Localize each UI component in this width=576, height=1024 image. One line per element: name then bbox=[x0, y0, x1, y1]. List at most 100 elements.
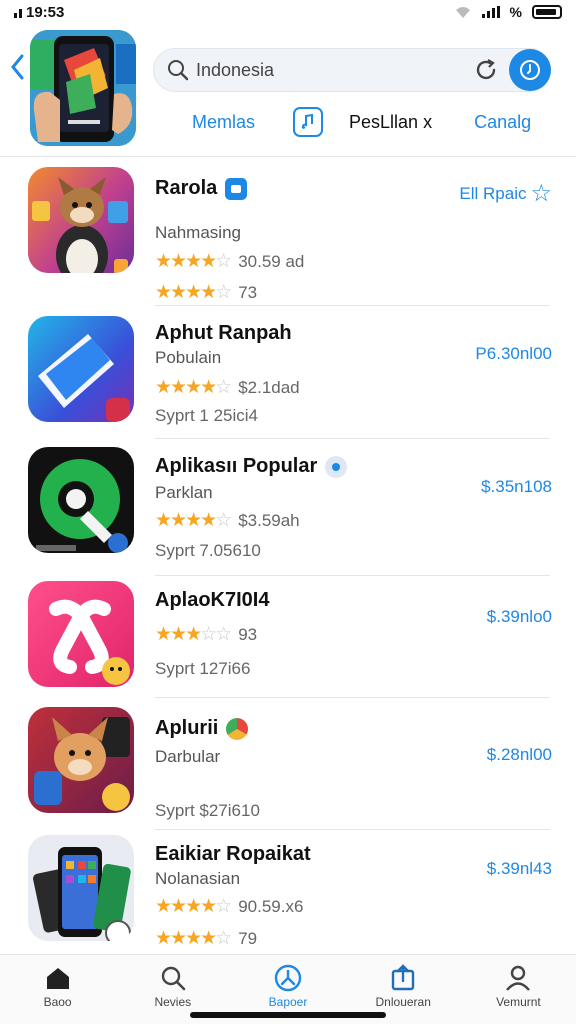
app-icon[interactable] bbox=[28, 581, 134, 687]
app-price[interactable]: $.35n108 bbox=[481, 477, 552, 497]
app-icon[interactable] bbox=[28, 707, 134, 813]
app-subtitle: Pobulain bbox=[155, 348, 222, 367]
status-bar: 19:53 % bbox=[0, 0, 576, 24]
rating-text: 30.59 ad bbox=[238, 251, 305, 271]
home-indicator bbox=[190, 1012, 386, 1018]
home-icon bbox=[46, 968, 69, 989]
search-bar[interactable]: Indonesia bbox=[153, 48, 551, 92]
row-divider bbox=[155, 575, 550, 576]
app-subtitle: Nolanasian bbox=[155, 869, 241, 888]
card-app-icon bbox=[28, 316, 134, 422]
app-icon[interactable] bbox=[28, 447, 134, 553]
cellular-signal-icon bbox=[14, 6, 22, 18]
back-button[interactable] bbox=[8, 52, 28, 82]
app-icon[interactable] bbox=[28, 835, 134, 941]
apps-icon bbox=[274, 964, 302, 992]
app-title: AplaoK7I0I4 bbox=[155, 589, 270, 611]
status-time: 19:53 bbox=[26, 3, 65, 21]
green-q-app-icon bbox=[28, 447, 134, 553]
tab-label: Vemurnt bbox=[496, 995, 541, 1009]
wifi-icon bbox=[455, 7, 470, 18]
app-subtitle: Parklan bbox=[155, 483, 213, 502]
tab-label: Bapoer bbox=[268, 995, 308, 1009]
phones-app-icon bbox=[28, 835, 134, 941]
rating-text: 90.59.x6 bbox=[238, 896, 304, 916]
app-meta: 73 bbox=[238, 282, 258, 302]
star-rating: ★★★★☆ bbox=[155, 896, 232, 917]
account-icon bbox=[506, 965, 531, 991]
star-rating-secondary: ★★★★☆ bbox=[155, 928, 232, 949]
refresh-icon[interactable] bbox=[473, 57, 499, 83]
tab-label: Dnloueran bbox=[375, 995, 431, 1009]
voice-search-button[interactable] bbox=[509, 49, 551, 91]
filter-tab-1[interactable]: Memlas bbox=[192, 112, 255, 133]
app-title-row: Aphut Ranpah bbox=[155, 322, 292, 345]
app-meta: Syprt 7.05610 bbox=[155, 541, 261, 560]
app-title-row: Rarola bbox=[155, 177, 248, 200]
chevron-left-icon bbox=[11, 54, 24, 80]
cartoon-animal-icon bbox=[28, 167, 134, 273]
app-price[interactable]: P6.30nl00 bbox=[475, 344, 552, 364]
rating-line: ★★★★☆ $2.1dad bbox=[155, 376, 300, 399]
list-item[interactable]: Eaikiar Ropaikat Nolanasian ★★★★☆ 90.59.… bbox=[0, 835, 576, 955]
status-right: % bbox=[454, 4, 562, 20]
app-title: Aphut Ranpah bbox=[155, 322, 292, 344]
header-divider bbox=[0, 156, 576, 157]
app-icon[interactable] bbox=[28, 316, 134, 422]
meta-line: ★★★★☆ 79 bbox=[155, 927, 257, 950]
app-icon[interactable] bbox=[28, 167, 134, 273]
search-icon bbox=[161, 966, 186, 991]
tab-account[interactable]: Vemurnt bbox=[461, 955, 576, 1024]
filter-tab-2[interactable]: PesLllan x bbox=[349, 112, 432, 133]
rating-text: 93 bbox=[238, 624, 258, 644]
star-rating-secondary: ★★★★☆ bbox=[155, 282, 232, 303]
app-meta: Syprt 1 25ici4 bbox=[155, 406, 258, 425]
list-item[interactable]: AplaoK7I0I4 ★★★☆☆ 93 Syprt 127i66 $.39nl… bbox=[0, 581, 576, 699]
app-price-row[interactable]: Ell Rpaic ☆ bbox=[459, 179, 552, 208]
rating-line: ★★★☆☆ 93 bbox=[155, 623, 257, 646]
app-price[interactable]: $.28nl00 bbox=[487, 745, 552, 765]
favorite-star-icon[interactable]: ☆ bbox=[530, 179, 552, 208]
star-rating: ★★★★☆ bbox=[155, 510, 232, 531]
chrome-badge-icon bbox=[226, 717, 249, 740]
meta-line: ★★★★☆ 73 bbox=[155, 281, 257, 304]
row-divider bbox=[155, 305, 550, 306]
app-price[interactable]: Ell Rpaic bbox=[459, 184, 526, 204]
pink-link-app-icon bbox=[28, 581, 134, 687]
app-title-row: Aplikasıı Popular bbox=[155, 455, 348, 478]
app-subtitle: Darbular bbox=[155, 747, 221, 766]
rating-text: $2.1dad bbox=[238, 377, 300, 397]
app-title-row: Aplurii bbox=[155, 717, 249, 740]
row-divider bbox=[155, 438, 550, 439]
header: Indonesia Memlas PesLllan x Canalg bbox=[0, 26, 576, 156]
rating-line: ★★★★☆ $3.59ah bbox=[155, 509, 300, 532]
status-left: 19:53 bbox=[14, 4, 64, 21]
rating-line: ★★★★☆ 30.59 ad bbox=[155, 250, 304, 273]
list-item[interactable]: Aplikasıı Popular Parklan ★★★★☆ $3.59ah … bbox=[0, 447, 576, 577]
rating-text: $3.59ah bbox=[238, 510, 300, 530]
filter-bar: Memlas PesLllan x Canalg bbox=[150, 102, 570, 142]
filter-tab-3[interactable]: Canalg bbox=[474, 112, 531, 133]
app-meta: Syprt $27i610 bbox=[155, 801, 260, 820]
list-item[interactable]: Aphut Ranpah Pobulain ★★★★☆ $2.1dad Sypr… bbox=[0, 314, 576, 440]
app-title-row: AplaoK7I0I4 bbox=[155, 589, 269, 612]
signal-bars-icon bbox=[481, 6, 500, 18]
search-input[interactable]: Indonesia bbox=[196, 60, 473, 81]
dog-app-icon bbox=[28, 707, 134, 813]
featured-thumbnail[interactable] bbox=[30, 30, 136, 146]
app-price[interactable]: $.39nlo0 bbox=[487, 607, 552, 627]
app-meta: Syprt 127i66 bbox=[155, 659, 251, 678]
music-note-icon bbox=[301, 113, 314, 129]
edit-badge-icon bbox=[325, 455, 348, 478]
app-price[interactable]: $.39nl43 bbox=[487, 859, 552, 879]
battery-icon bbox=[532, 5, 562, 19]
row-divider bbox=[155, 829, 550, 830]
search-icon bbox=[168, 60, 189, 81]
list-item[interactable]: Rarola Nahmasing ★★★★☆ 30.59 ad ★★★★☆ 73… bbox=[0, 167, 576, 307]
battery-percent: % bbox=[509, 4, 522, 20]
star-rating: ★★★★☆ bbox=[155, 251, 232, 272]
list-item[interactable]: Aplurii Darbular Syprt $27i610 $.28nl00 bbox=[0, 705, 576, 830]
tab-label: Nevies bbox=[154, 995, 192, 1009]
tab-home[interactable]: Baoo bbox=[0, 955, 115, 1024]
filter-music-button[interactable] bbox=[293, 107, 324, 137]
